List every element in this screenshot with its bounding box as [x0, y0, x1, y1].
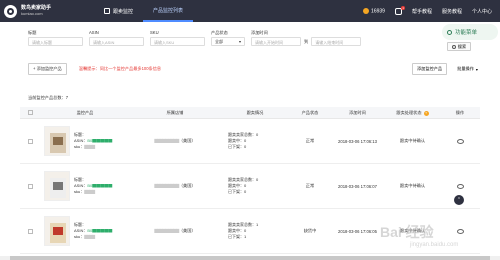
logo-sub: kumiao.com: [21, 11, 43, 16]
col-time: 添加时间: [349, 109, 366, 115]
logo[interactable]: 数鸟卖家助手 kumiao.com: [4, 4, 84, 18]
time-text: 2018-03-06 17:06:05: [338, 228, 377, 234]
follow-info: 跟卖卖家总数：1 跟卖中：0 已下架：1: [228, 222, 259, 239]
service-link[interactable]: 服务教程: [442, 8, 462, 15]
time-text: 2018-03-06 17:06:13: [338, 138, 377, 144]
chevron-down-icon: ▾: [238, 39, 241, 44]
chevron-up-icon[interactable]: ⌃: [454, 195, 464, 205]
help-icon[interactable]: ?: [423, 110, 429, 116]
follow-info: 跟卖卖家总数：0 跟卖中：0 已下架：0: [228, 177, 259, 194]
status-select[interactable]: 全部 ▾: [211, 37, 245, 46]
shop-name: （美国）: [178, 228, 196, 233]
top-bar: 数鸟卖家助手 kumiao.com 跟卖监控 产品监控列表 16939 1 帮手教…: [0, 0, 500, 22]
message-badge: 1: [401, 5, 405, 10]
row-checkbox[interactable]: [27, 138, 33, 144]
search-button[interactable]: 搜索: [447, 42, 471, 51]
product-count: 当前监控产品总数：7: [28, 95, 69, 100]
view-icon[interactable]: [456, 183, 464, 189]
select-all-checkbox[interactable]: [27, 110, 33, 115]
help-link[interactable]: 帮手教程: [412, 8, 432, 15]
table-row: 标题： ASIN：B0▇▇▇▇▇ sku：▇▇▇▇ ▇▇▇▇▇▇▇▇▇（美国） 跟卖…: [20, 119, 480, 164]
table-header: 监控产品 所属店铺 跟卖情况 产品状态 添加时间 跟卖处理状态? 操作: [20, 107, 480, 119]
chevron-down-icon: ▾: [475, 66, 478, 72]
handle-text: 跟卖中待确认: [399, 138, 426, 143]
start-time-input[interactable]: 请输入开始时间: [251, 37, 301, 46]
nav-product-list[interactable]: 产品监控列表: [143, 0, 194, 22]
sku-input[interactable]: 请输入SKU: [150, 37, 205, 46]
sku-label: SKU: [150, 30, 159, 35]
coin-icon: [363, 7, 370, 14]
monitor-icon: [104, 8, 110, 14]
search-icon: [451, 44, 456, 49]
table-row: 标题： ASIN：B0▇▇▇▇▇ sku：▇▇▇▇ ▇▇▇▇▇▇▇▇▇（美国） 跟卖…: [20, 164, 480, 209]
follow-info: 跟卖卖家总数：0 跟卖中：0 已下架：0: [228, 132, 259, 149]
logo-icon: [4, 4, 17, 18]
horizontal-scrollbar[interactable]: [0, 256, 500, 260]
watermark: Bai 经验 jingyan.baidu.com: [380, 224, 459, 248]
product-thumbnail[interactable]: [44, 126, 70, 156]
end-time-input[interactable]: 请输入结束时间: [311, 37, 362, 46]
status-label: 产品状态: [211, 30, 228, 35]
main-nav: 跟卖监控 产品监控列表: [94, 0, 194, 22]
col-handle: 跟卖处理状态?: [396, 109, 429, 116]
to-label: 到: [304, 38, 309, 44]
warning-text: 温馨提示：同比一个监控产品最多100条信息: [78, 66, 162, 71]
row-checkbox[interactable]: [27, 228, 33, 234]
action-bar: + 添加监控产品 温馨提示：同比一个监控产品最多100条信息 添加监控产品 批量…: [28, 63, 478, 75]
status-text: 缺货中: [303, 228, 317, 233]
nav-follow-monitor[interactable]: 跟卖监控: [94, 0, 143, 22]
coins[interactable]: 16939: [363, 7, 385, 14]
message-icon[interactable]: 1: [394, 5, 405, 15]
col-shop: 所属店铺: [166, 109, 184, 115]
col-status: 产品状态: [301, 109, 319, 115]
row-checkbox[interactable]: [27, 183, 33, 189]
col-follow: 跟卖情况: [246, 109, 264, 115]
filter-panel: 标题请输入标题 ASIN 请输入ASIN SKU 请输入SKU 产品状态全部 ▾ 添加…: [28, 30, 488, 46]
product-thumbnail[interactable]: [44, 171, 70, 201]
shop-name: （美国）: [178, 183, 196, 188]
user-menu[interactable]: 个人中心: [472, 8, 492, 15]
status-text: 正常: [305, 183, 315, 188]
asin-input[interactable]: 请输入ASIN: [89, 37, 144, 46]
sync-button[interactable]: 添加监控产品: [411, 63, 448, 75]
status-text: 正常: [305, 138, 315, 143]
add-monitor-button[interactable]: + 添加监控产品: [28, 63, 67, 75]
batch-dropdown[interactable]: 批量操作 ▾: [457, 66, 478, 72]
time-text: 2018-03-06 17:06:07: [338, 183, 377, 189]
asin-label: ASIN: [89, 30, 99, 35]
handle-text: 跟卖中待确认: [399, 183, 426, 188]
shop-name: （美国）: [178, 138, 196, 143]
time-label: 添加时间: [251, 30, 268, 35]
product-thumbnail[interactable]: [44, 216, 70, 246]
col-product: 监控产品: [76, 109, 94, 115]
title-label: 标题: [28, 30, 37, 35]
view-icon[interactable]: [456, 138, 464, 144]
title-input[interactable]: 请输入标题: [28, 37, 83, 46]
col-ops: 操作: [455, 109, 465, 115]
